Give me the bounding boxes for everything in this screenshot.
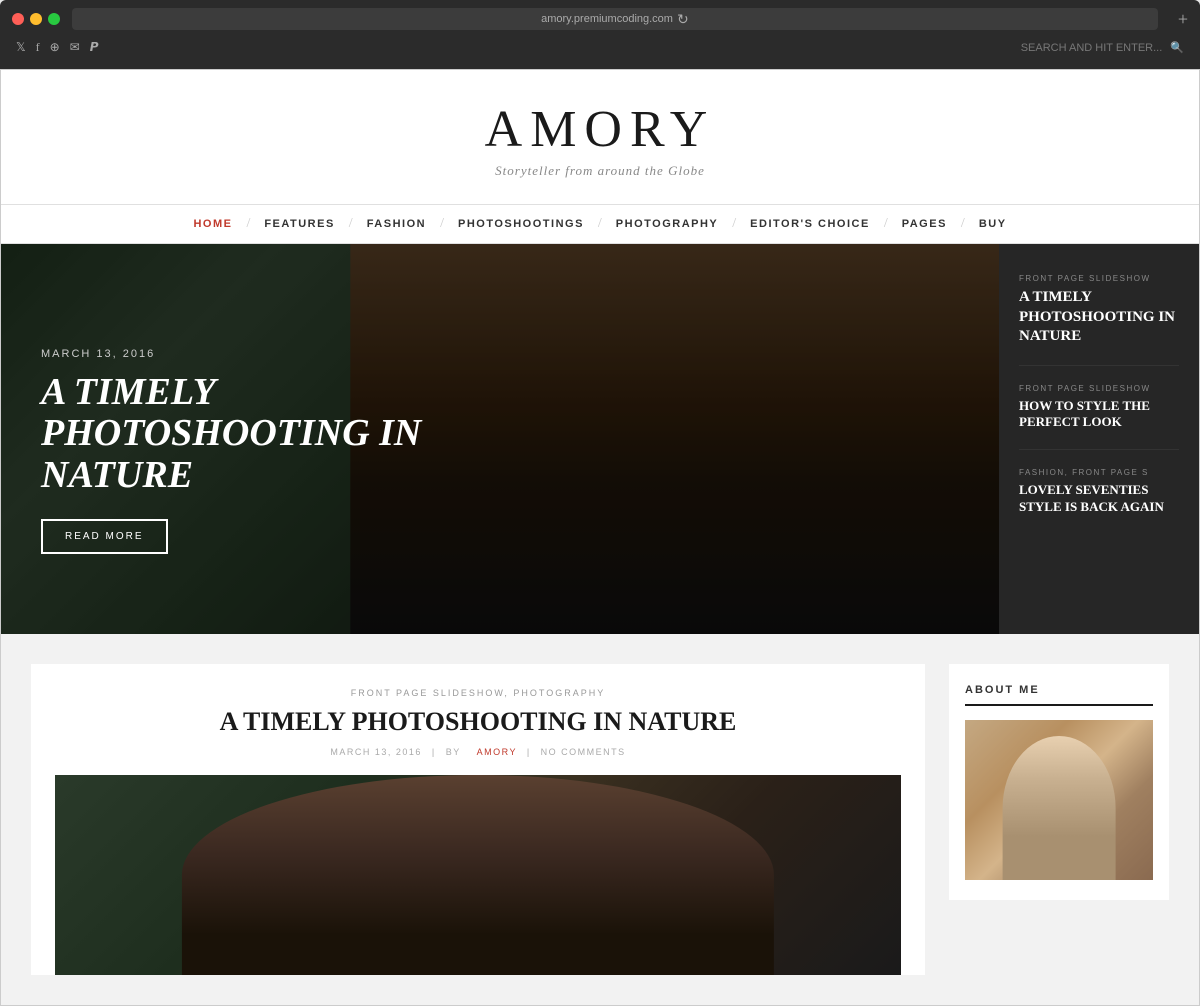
facebook-icon[interactable]: f <box>36 40 40 55</box>
address-bar[interactable]: amory.premiumcoding.com ↻ <box>72 8 1158 30</box>
sidebar-item-title[interactable]: HOW TO STYLE THE PERFECT LOOK <box>1019 398 1179 432</box>
site-subtitle: Storyteller from around the Globe <box>21 163 1179 179</box>
search-icon[interactable]: 🔍 <box>1170 41 1184 54</box>
main-content: FRONT PAGE SLIDESHOW, PHOTOGRAPHY A TIME… <box>1 634 1199 1005</box>
pinterest-icon[interactable]: 𝙋 <box>90 40 99 55</box>
read-more-button[interactable]: READ MORE <box>41 519 168 554</box>
nav-item-pages[interactable]: PAGES <box>888 218 961 230</box>
about-card: ABOUT ME <box>949 664 1169 900</box>
sidebar-item-title[interactable]: A TIMELY PHOTOSHOOTING IN NATURE <box>1019 288 1179 347</box>
browser-dots <box>12 13 60 25</box>
sidebar-item-title[interactable]: LOVELY SEVENTIES STYLE IS BACK AGAIN <box>1019 482 1179 516</box>
meta-separator: | <box>527 747 531 757</box>
site-nav: HOME / FEATURES / FASHION / PHOTOSHOOTIN… <box>1 205 1199 244</box>
article-person-image <box>182 775 774 975</box>
hero-title: A TIMELY PHOTOSHOOTING IN NATURE <box>41 372 461 497</box>
nav-item-photography[interactable]: PHOTOGRAPHY <box>602 218 732 230</box>
hero-image: MARCH 13, 2016 A TIMELY PHOTOSHOOTING IN… <box>1 244 999 634</box>
url-text: amory.premiumcoding.com <box>541 13 673 25</box>
hero-section: MARCH 13, 2016 A TIMELY PHOTOSHOOTING IN… <box>1 244 1199 634</box>
by-label: BY <box>446 747 461 757</box>
meta-separator: | <box>432 747 436 757</box>
about-title: ABOUT ME <box>965 684 1153 706</box>
sidebar-item-category: FASHION, FRONT PAGE S <box>1019 468 1179 477</box>
browser-window: amory.premiumcoding.com ↻ + 𝕏 f ⊕ ✉ 𝙋 SE… <box>0 0 1200 69</box>
twitter-icon[interactable]: 𝕏 <box>16 40 26 55</box>
new-tab-button[interactable]: + <box>1178 9 1188 30</box>
about-sidebar: ABOUT ME <box>949 664 1169 975</box>
article-image <box>55 775 901 975</box>
nav-item-home[interactable]: HOME <box>179 218 246 230</box>
site-title[interactable]: AMORY <box>21 100 1179 159</box>
social-icons: 𝕏 f ⊕ ✉ 𝙋 <box>16 40 99 55</box>
nav-item-buy[interactable]: BUY <box>965 218 1021 230</box>
close-button[interactable] <box>12 13 24 25</box>
minimize-button[interactable] <box>30 13 42 25</box>
email-icon[interactable]: ✉ <box>70 40 80 55</box>
hero-sidebar: FRONT PAGE SLIDESHOW A TIMELY PHOTOSHOOT… <box>999 244 1199 634</box>
article-date: MARCH 13, 2016 <box>330 747 422 757</box>
about-image <box>965 720 1153 880</box>
site-header: AMORY Storyteller from around the Globe <box>1 70 1199 205</box>
article-title[interactable]: A TIMELY PHOTOSHOOTING IN NATURE <box>55 706 901 737</box>
about-person-image <box>1003 736 1116 880</box>
search-placeholder-text: SEARCH AND HIT ENTER... <box>1021 42 1163 54</box>
article-card: FRONT PAGE SLIDESHOW, PHOTOGRAPHY A TIME… <box>31 664 925 975</box>
nav-item-features[interactable]: FEATURES <box>250 218 348 230</box>
instagram-icon[interactable]: ⊕ <box>50 40 60 55</box>
hero-date: MARCH 13, 2016 <box>41 348 461 360</box>
hero-content: MARCH 13, 2016 A TIMELY PHOTOSHOOTING IN… <box>41 348 461 554</box>
website: AMORY Storyteller from around the Globe … <box>0 69 1200 1006</box>
sidebar-item-category: FRONT PAGE SLIDESHOW <box>1019 384 1179 393</box>
sidebar-item-category: FRONT PAGE SLIDESHOW <box>1019 274 1179 283</box>
article-comments[interactable]: NO COMMENTS <box>541 747 626 757</box>
sidebar-featured-item: FRONT PAGE SLIDESHOW A TIMELY PHOTOSHOOT… <box>1019 274 1179 347</box>
browser-toolbar: 𝕏 f ⊕ ✉ 𝙋 SEARCH AND HIT ENTER... 🔍 <box>0 36 1200 63</box>
article-author[interactable]: AMORY <box>477 747 517 757</box>
sidebar-divider <box>1019 365 1179 366</box>
nav-item-editors-choice[interactable]: EDITOR'S CHOICE <box>736 218 884 230</box>
article-categories: FRONT PAGE SLIDESHOW, PHOTOGRAPHY <box>55 688 901 698</box>
maximize-button[interactable] <box>48 13 60 25</box>
sidebar-item-2: FRONT PAGE SLIDESHOW HOW TO STYLE THE PE… <box>1019 384 1179 432</box>
article-meta: MARCH 13, 2016 | BY AMORY | NO COMMENTS <box>55 747 901 757</box>
refresh-icon[interactable]: ↻ <box>677 11 689 28</box>
sidebar-item-3: FASHION, FRONT PAGE S LOVELY SEVENTIES S… <box>1019 468 1179 516</box>
nav-item-photoshootings[interactable]: PHOTOSHOOTINGS <box>444 218 598 230</box>
sidebar-divider <box>1019 449 1179 450</box>
nav-item-fashion[interactable]: FASHION <box>353 218 440 230</box>
browser-search[interactable]: SEARCH AND HIT ENTER... 🔍 <box>1021 41 1184 54</box>
